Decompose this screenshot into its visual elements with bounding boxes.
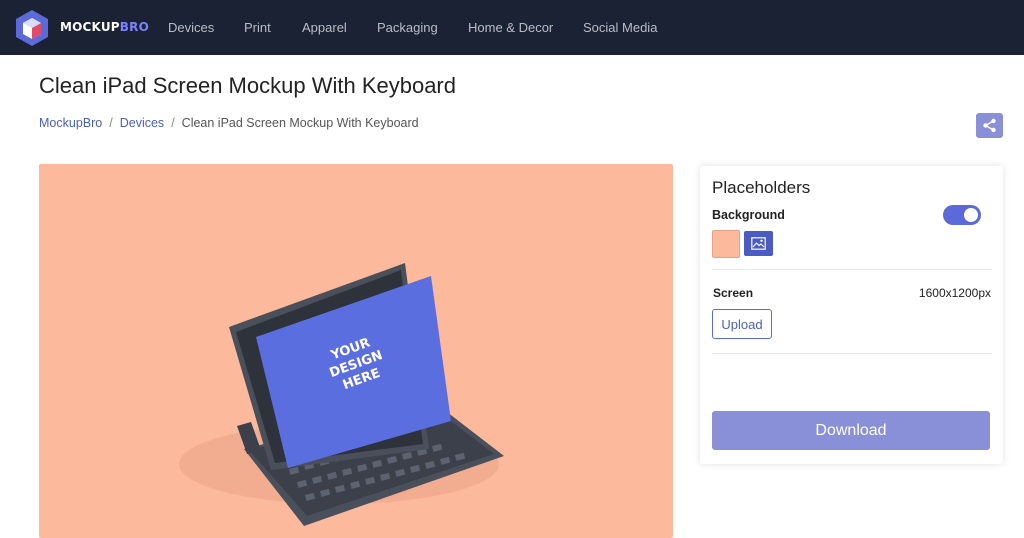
nav-packaging[interactable]: Packaging [377,20,438,35]
nav-devices[interactable]: Devices [168,20,214,35]
ipad-keyboard-mockup-image: YOUR DESIGN HERE [179,263,504,526]
screen-resolution: 1600x1200px [918,286,991,300]
page-title: Clean iPad Screen Mockup With Keyboard [39,73,456,98]
placeholders-title: Placeholders [712,178,811,197]
breadcrumb-devices[interactable]: Devices [120,116,164,130]
upload-button[interactable]: Upload [712,309,772,339]
mockupbro-logo-icon[interactable] [14,9,50,47]
nav-home-decor[interactable]: Home & Decor [468,20,553,35]
share-button[interactable] [976,113,1003,138]
divider [712,269,992,270]
background-toggle[interactable] [943,205,981,225]
nav-print[interactable]: Print [244,20,271,35]
nav-apparel[interactable]: Apparel [302,20,347,35]
breadcrumb-home[interactable]: MockupBro [39,116,102,130]
brand-main: MOCKUP [60,20,120,34]
nav-social-media[interactable]: Social Media [583,20,657,35]
image-icon [751,237,766,250]
download-button[interactable]: Download [712,411,990,450]
background-image-button[interactable] [744,231,773,256]
screen-label: Screen [713,286,754,300]
breadcrumb-separator: / [171,116,175,130]
mockup-preview[interactable]: YOUR DESIGN HERE [39,164,673,538]
brand-accent: BRO [119,20,149,34]
breadcrumb-separator: / [109,116,113,130]
brand-name[interactable]: MOCKUPBRO [60,20,149,34]
toggle-knob [964,208,978,222]
breadcrumb-current: Clean iPad Screen Mockup With Keyboard [181,116,419,130]
background-color-swatch[interactable] [712,230,740,258]
breadcrumb: MockupBro / Devices / Clean iPad Screen Mock… [39,116,419,130]
top-navbar: MOCKUPBRO Devices Print Apparel Packagin… [0,0,1024,55]
share-icon [983,118,996,133]
placeholders-panel: Placeholders Background Screen 1600x1200… [700,166,1003,464]
divider [712,353,992,354]
background-label: Background [712,208,785,222]
